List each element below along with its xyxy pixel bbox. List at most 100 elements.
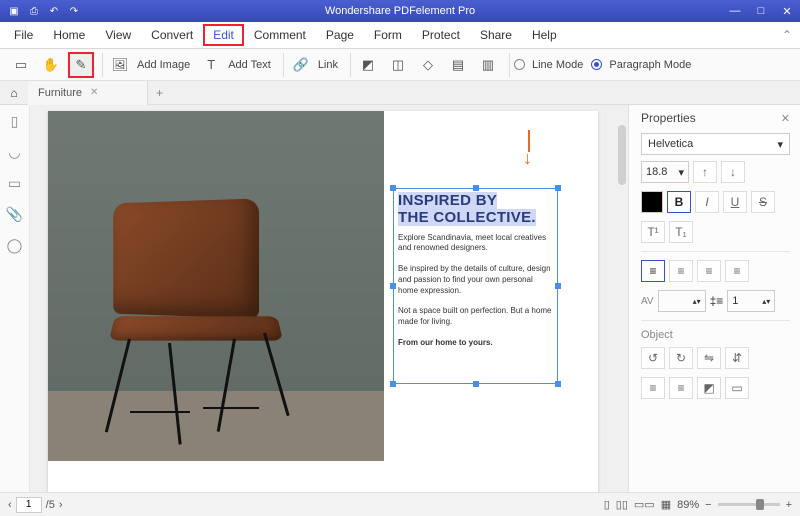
increase-size-icon[interactable]: ↑ — [693, 161, 717, 183]
menu-edit[interactable]: Edit — [203, 24, 244, 46]
resize-handle[interactable] — [390, 283, 396, 289]
bring-forward-icon[interactable]: ≡ — [641, 377, 665, 399]
paragraph-mode-radio[interactable] — [591, 59, 602, 70]
search-icon[interactable]: ◯ — [7, 237, 23, 254]
font-size-input[interactable]: 18.8▾ — [641, 161, 689, 183]
text-icon[interactable]: T — [198, 52, 224, 78]
align-center-button[interactable]: ≡ — [669, 260, 693, 282]
save-icon[interactable]: ▣ — [6, 3, 22, 19]
line-mode-radio[interactable] — [514, 59, 525, 70]
resize-handle[interactable] — [555, 185, 561, 191]
underline-button[interactable]: U — [723, 191, 747, 213]
tab-close-icon[interactable]: ✕ — [90, 87, 98, 98]
resize-handle[interactable] — [473, 185, 479, 191]
menu-page[interactable]: Page — [316, 24, 364, 46]
select-tool-icon[interactable]: ▭ — [8, 52, 34, 78]
rotate-left-icon[interactable]: ↺ — [641, 347, 665, 369]
comments-icon[interactable]: ▭ — [8, 175, 21, 192]
bold-button[interactable]: B — [667, 191, 691, 213]
menu-convert[interactable]: Convert — [141, 24, 203, 46]
link-icon[interactable]: 🔗 — [288, 52, 314, 78]
menu-home[interactable]: Home — [43, 24, 95, 46]
view-facing-icon[interactable]: ▭▭ — [634, 498, 655, 511]
body-text[interactable]: Explore Scandinavia, meet local creative… — [394, 233, 557, 349]
align-justify-button[interactable]: ≡ — [725, 260, 749, 282]
menu-comment[interactable]: Comment — [244, 24, 316, 46]
zoom-in-icon[interactable]: + — [786, 499, 792, 511]
menu-file[interactable]: File — [4, 24, 43, 46]
crop-icon[interactable]: ◩ — [355, 52, 381, 78]
image-icon[interactable]: 🖼 — [107, 52, 133, 78]
decrease-size-icon[interactable]: ↓ — [721, 161, 745, 183]
color-swatch[interactable] — [641, 191, 663, 213]
char-spacing-input[interactable]: ▴▾ — [658, 290, 706, 312]
bookmarks-icon[interactable]: ◡ — [8, 144, 20, 161]
link-label[interactable]: Link — [318, 59, 342, 71]
zoom-out-icon[interactable]: − — [705, 499, 711, 511]
home-tab-icon[interactable]: ⌂ — [0, 86, 28, 100]
selected-text-box[interactable]: INSPIRED BY THE COLLECTIVE. Explore Scan… — [393, 188, 558, 384]
replace-image-icon[interactable]: ▭ — [725, 377, 749, 399]
flip-vertical-icon[interactable]: ⇵ — [725, 347, 749, 369]
document-canvas[interactable]: INSPIRED BY THE COLLECTIVE. Explore Scan… — [30, 105, 628, 494]
print-icon[interactable]: ⎙ — [26, 3, 42, 19]
window-controls: ― □ ✕ — [722, 0, 800, 22]
rotate-right-icon[interactable]: ↻ — [669, 347, 693, 369]
page-number-input[interactable] — [16, 497, 42, 513]
subscript-button[interactable]: T₁ — [669, 221, 693, 243]
title-bar: ▣ ⎙ ↶ ↷ Wondershare PDFelement Pro ― □ ✕ — [0, 0, 800, 22]
close-button[interactable]: ✕ — [774, 0, 800, 22]
properties-close-icon[interactable]: ✕ — [781, 112, 790, 125]
menu-view[interactable]: View — [95, 24, 141, 46]
collapse-ribbon-icon[interactable]: ⌃ — [782, 28, 792, 42]
new-tab-button[interactable]: + — [148, 86, 171, 100]
undo-icon[interactable]: ↶ — [46, 3, 62, 19]
header-footer-icon[interactable]: ▤ — [445, 52, 471, 78]
align-left-button[interactable]: ≡ — [641, 260, 665, 282]
menu-form[interactable]: Form — [364, 24, 412, 46]
prev-page-icon[interactable]: ‹ — [8, 499, 12, 511]
bates-icon[interactable]: ▥ — [475, 52, 501, 78]
align-right-button[interactable]: ≡ — [697, 260, 721, 282]
send-backward-icon[interactable]: ≡ — [669, 377, 693, 399]
line-mode-label[interactable]: Line Mode — [532, 59, 587, 71]
resize-handle[interactable] — [390, 185, 396, 191]
resize-handle[interactable] — [555, 381, 561, 387]
resize-handle[interactable] — [555, 283, 561, 289]
resize-handle[interactable] — [390, 381, 396, 387]
maximize-button[interactable]: □ — [748, 0, 774, 22]
zoom-label: 89% — [677, 499, 699, 511]
view-continuous-icon[interactable]: ▯▯ — [616, 498, 628, 511]
add-text-label[interactable]: Add Text — [228, 59, 275, 71]
background-icon[interactable]: ◇ — [415, 52, 441, 78]
add-image-label[interactable]: Add Image — [137, 59, 194, 71]
watermark-icon[interactable]: ◫ — [385, 52, 411, 78]
resize-handle[interactable] — [473, 381, 479, 387]
crop-object-icon[interactable]: ◩ — [697, 377, 721, 399]
flip-horizontal-icon[interactable]: ⇋ — [697, 347, 721, 369]
menu-share[interactable]: Share — [470, 24, 522, 46]
view-thumbnails-icon[interactable]: ▦ — [661, 498, 671, 511]
zoom-knob[interactable] — [756, 499, 764, 510]
edit-tool-icon[interactable]: ✎ — [68, 52, 94, 78]
menu-protect[interactable]: Protect — [412, 24, 470, 46]
heading-text[interactable]: INSPIRED BY THE COLLECTIVE. — [394, 189, 557, 233]
hand-tool-icon[interactable]: ✋ — [38, 52, 64, 78]
line-spacing-input[interactable]: 1▴▾ — [727, 290, 775, 312]
superscript-button[interactable]: T¹ — [641, 221, 665, 243]
italic-button[interactable]: I — [695, 191, 719, 213]
chevron-down-icon: ▾ — [777, 138, 783, 151]
tab-furniture[interactable]: Furniture ✕ — [28, 81, 148, 105]
redo-icon[interactable]: ↷ — [66, 3, 82, 19]
view-single-icon[interactable]: ▯ — [604, 498, 610, 511]
minimize-button[interactable]: ― — [722, 0, 748, 22]
thumbnails-icon[interactable]: ▯ — [11, 113, 19, 130]
next-page-icon[interactable]: › — [59, 499, 63, 511]
paragraph-mode-label[interactable]: Paragraph Mode — [609, 59, 695, 71]
zoom-slider[interactable] — [718, 503, 780, 506]
attachments-icon[interactable]: 📎 — [6, 206, 23, 223]
menu-help[interactable]: Help — [522, 24, 567, 46]
strikethrough-button[interactable]: S — [751, 191, 775, 213]
vertical-scrollbar[interactable] — [618, 125, 626, 185]
font-family-select[interactable]: Helvetica▾ — [641, 133, 790, 155]
